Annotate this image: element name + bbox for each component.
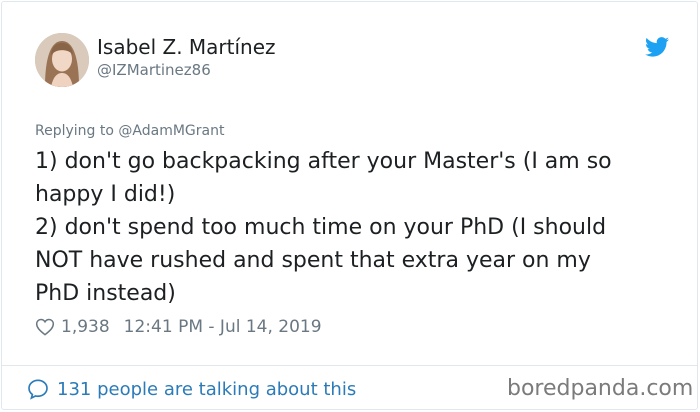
tweet-line: happy I did!) [35,182,176,207]
tweet-text: 1) don't go backpacking after your Maste… [35,145,685,310]
speech-bubble-icon [28,379,48,400]
tweet-line: 1) don't go backpacking after your Maste… [35,149,612,174]
reply-to-link[interactable]: @AdamMGrant [118,123,224,139]
heart-icon[interactable] [35,317,55,337]
tweet-line: NOT have rushed and spent that extra yea… [35,248,591,273]
twitter-bird-icon[interactable] [645,37,669,57]
reply-prefix: Replying to [35,123,114,139]
like-count[interactable]: 1,938 [61,317,110,337]
tweet-meta: 1,938 12:41 PM - Jul 14, 2019 [35,315,322,339]
author-name[interactable]: Isabel Z. Martínez [97,35,276,59]
timestamp-link[interactable]: 12:41 PM - Jul 14, 2019 [124,317,322,337]
conversation-link[interactable]: 131 people are talking about this [27,376,356,402]
tweet-card: Isabel Z. Martínez @IZMartinez86 Replyin… [1,1,698,410]
tweet-line: 2) don't spend too much time on your PhD… [35,215,607,240]
avatar[interactable] [35,33,89,87]
avatar-image [35,33,89,87]
divider [2,365,697,366]
tweet-line: PhD instead) [35,281,176,306]
author-handle[interactable]: @IZMartinez86 [97,61,211,79]
conversation-label: 131 people are talking about this [57,378,357,400]
watermark: boredpanda.com [507,376,694,401]
reply-context: Replying to @AdamMGrant [35,123,224,139]
